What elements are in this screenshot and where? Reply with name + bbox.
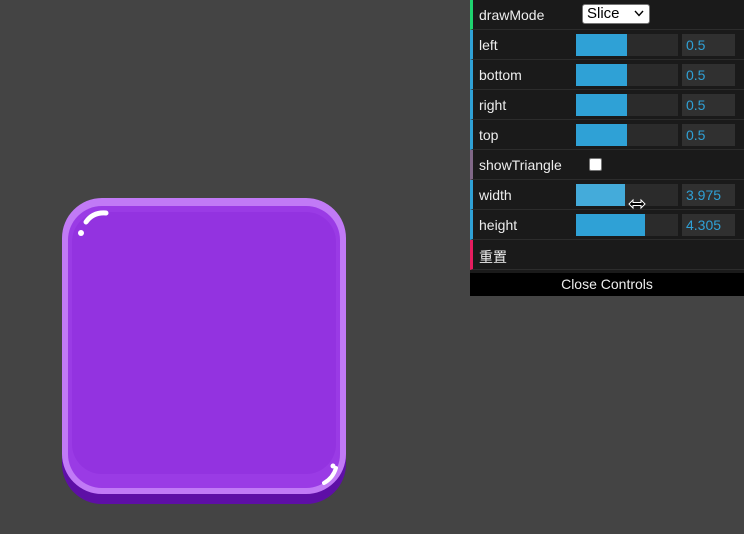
- drawmode-select[interactable]: Slice: [582, 4, 650, 24]
- showtriangle-label: showTriangle: [479, 157, 562, 173]
- showtriangle-checkbox[interactable]: [589, 158, 602, 171]
- drawmode-selected: Slice: [587, 5, 620, 22]
- bottom-slider-fill: [576, 64, 627, 86]
- left-value-input[interactable]: 0.5: [682, 34, 735, 56]
- height-slider[interactable]: [576, 214, 678, 236]
- reset-label: 重置: [479, 249, 507, 265]
- row-drawmode: drawMode Slice: [470, 0, 744, 30]
- row-width: width 3.975: [470, 180, 744, 210]
- controls-panel: drawMode Slice left 0.5 bottom 0.5 right…: [470, 0, 744, 296]
- height-value-input[interactable]: 4.305: [682, 214, 735, 236]
- bottom-label: bottom: [479, 67, 522, 83]
- row-showtriangle: showTriangle: [470, 150, 744, 180]
- row-left: left 0.5: [470, 30, 744, 60]
- right-slider-fill: [576, 94, 627, 116]
- left-slider[interactable]: [576, 34, 678, 56]
- bottom-slider[interactable]: [576, 64, 678, 86]
- width-slider[interactable]: [576, 184, 678, 206]
- top-label: top: [479, 127, 499, 143]
- top-value-input[interactable]: 0.5: [682, 124, 735, 146]
- height-label: height: [479, 217, 518, 233]
- row-height: height 4.305: [470, 210, 744, 240]
- width-label: width: [479, 187, 512, 203]
- row-bottom: bottom 0.5: [470, 60, 744, 90]
- width-value-input[interactable]: 3.975: [682, 184, 735, 206]
- top-slider[interactable]: [576, 124, 678, 146]
- row-right: right 0.5: [470, 90, 744, 120]
- height-slider-fill: [576, 214, 646, 236]
- left-slider-fill: [576, 34, 627, 56]
- close-controls-button[interactable]: Close Controls: [470, 273, 744, 296]
- resize-horizontal-icon: [628, 198, 646, 210]
- width-slider-fill: [576, 184, 625, 206]
- chevron-down-icon: [634, 10, 644, 17]
- bottom-value-input[interactable]: 0.5: [682, 64, 735, 86]
- row-top: top 0.5: [470, 120, 744, 150]
- left-label: left: [479, 37, 498, 53]
- nine-slice-sprite: [62, 198, 346, 504]
- reset-button[interactable]: 重置: [470, 240, 744, 270]
- right-label: right: [479, 97, 507, 113]
- right-value-input[interactable]: 0.5: [682, 94, 735, 116]
- top-slider-fill: [576, 124, 627, 146]
- drawmode-label: drawMode: [479, 7, 545, 23]
- right-slider[interactable]: [576, 94, 678, 116]
